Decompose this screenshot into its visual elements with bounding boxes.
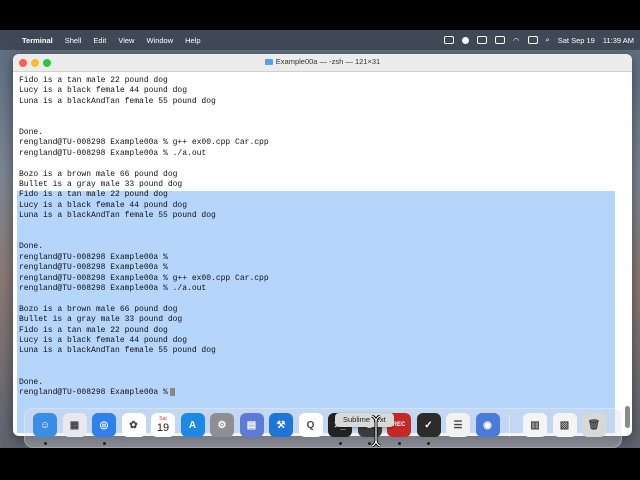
output-line: Bozo is a brown male 66 pound dog	[19, 304, 178, 314]
output-line: Luna is a blackAndTan female 55 pound do…	[19, 211, 216, 221]
launchpad-icon[interactable]: ▦	[62, 413, 87, 437]
dock-tooltip: Sublime Text	[335, 413, 394, 427]
output-line: Done.	[19, 242, 44, 252]
prompt-line: rengland@TU-008298 Example00a % g++ ex00…	[19, 273, 269, 283]
omnifocus-icon[interactable]: ✓	[416, 413, 441, 437]
output-line: Lucy is a black female 44 pound dog	[19, 200, 188, 210]
system-preferences-icon[interactable]: ⚙	[210, 413, 234, 437]
output-line: Luna is a blackAndTan female 55 pound do…	[19, 346, 216, 356]
menu-app-name[interactable]: Terminal	[22, 36, 53, 45]
notes-list-glyph: ☰	[453, 419, 463, 431]
running-indicator	[427, 442, 430, 445]
prompt-line: rengland@TU-008298 Example00a % g++ ex00…	[19, 138, 269, 148]
status-display-icon[interactable]	[476, 36, 487, 44]
menu-window[interactable]: Window	[146, 36, 173, 45]
xcode-glyph: ⚒	[276, 419, 286, 431]
xcode-icon[interactable]: ⚒	[269, 413, 293, 437]
app-store-glyph: A	[188, 419, 197, 431]
scrollbar[interactable]	[624, 74, 630, 432]
document-thumbnail-glyph: ▥	[530, 419, 540, 431]
robot-app-glyph: ◉	[483, 419, 492, 431]
ibeam-cursor-icon	[371, 414, 381, 448]
output-line: Bullet is a gray male 33 pound dog	[19, 315, 183, 325]
running-indicator	[338, 442, 342, 445]
finder-glyph: ☺	[39, 419, 51, 431]
recorder-glyph: REC	[392, 422, 406, 428]
running-indicator	[397, 442, 401, 445]
menu-edit[interactable]: Edit	[93, 36, 106, 45]
app-store-icon[interactable]: A	[180, 413, 205, 437]
status-record-icon[interactable]	[461, 36, 469, 44]
trash-icon[interactable]: 🗑	[582, 413, 606, 437]
menu-view[interactable]: View	[118, 36, 134, 45]
search-icon[interactable]: ⌕	[546, 35, 550, 45]
menu-bar: Terminal Shell Edit View Window Help ◠ ⌕…	[0, 30, 640, 50]
notes-list-icon[interactable]: ☰	[446, 413, 470, 437]
output-line: Lucy is a black female 44 pound dog	[19, 336, 188, 345]
desktop: Terminal Shell Edit View Window Help ◠ ⌕…	[0, 30, 640, 448]
output-line: Fido is a tan male 22 pound dog	[19, 76, 168, 85]
output-line: Bozo is a brown male 66 pound dog	[19, 169, 178, 179]
preview-glyph: ▤	[246, 419, 257, 431]
screenshot-thumbnail-icon[interactable]: ▧	[552, 413, 577, 437]
document-thumbnail-icon[interactable]: ▥	[523, 413, 547, 437]
control-center-icon[interactable]	[527, 36, 538, 44]
menubar-time[interactable]: 11:39 AM	[603, 36, 634, 45]
status-area: ◠ ⌕ Sat Sep 19 11:39 AM	[443, 30, 634, 50]
output-line: Done.	[19, 377, 44, 387]
terminal-window: Example00a — -zsh — 121×31 Fido is a tan…	[13, 54, 632, 436]
safari-glyph: ◎	[99, 419, 109, 431]
quicktime-icon[interactable]: Q	[298, 413, 323, 437]
quicktime-glyph: Q	[306, 419, 315, 431]
omnifocus-glyph: ✓	[424, 419, 433, 431]
window-title-text: Example00a — -zsh — 121×31	[275, 57, 381, 66]
safari-icon[interactable]: ◎	[92, 413, 116, 437]
dock: ☺▦◎✿Sat19A⚙▤⚒Q>_SREC✓☰◉▥▧🗑	[24, 408, 622, 448]
finder-icon[interactable]: ☺	[33, 413, 57, 437]
prompt-line: rengland@TU-008298 Example00a %	[19, 252, 168, 262]
photos-glyph: ✿	[129, 419, 138, 431]
scrollbar-thumb[interactable]	[625, 406, 630, 428]
terminal-cursor	[169, 388, 175, 396]
output-line: Fido is a tan male 22 pound dog	[19, 325, 168, 335]
output-line: Luna is a blackAndTan female 55 pound do…	[19, 96, 216, 106]
title-bar[interactable]: Example00a — -zsh — 121×31	[13, 54, 632, 72]
battery-icon[interactable]	[494, 36, 505, 44]
prompt-line: rengland@TU-008298 Example00a % ./a.out	[19, 284, 207, 293]
menu-shell[interactable]: Shell	[65, 36, 82, 45]
wifi-icon[interactable]: ◠	[513, 36, 520, 45]
prompt-line: rengland@TU-008298 Example00a %	[19, 263, 168, 273]
calendar-icon[interactable]: Sat 19	[151, 413, 175, 437]
dock-separator	[509, 415, 510, 437]
window-title: Example00a — -zsh — 121×31	[13, 57, 632, 66]
menu-help[interactable]: Help	[185, 36, 200, 45]
robot-app-icon[interactable]: ◉	[475, 413, 500, 437]
output-line: Fido is a tan male 22 pound dog	[19, 190, 168, 200]
terminal-content[interactable]: Fido is a tan male 22 pound dog Lucy is a…	[13, 72, 632, 436]
calendar-day: 19	[156, 422, 170, 434]
prompt-line: rengland@TU-008298 Example00a % ./a.out	[19, 148, 207, 158]
status-menu-icon[interactable]	[443, 36, 454, 44]
prompt-line: rengland@TU-008298 Example00a %	[19, 388, 175, 398]
folder-icon	[264, 59, 273, 66]
photos-icon[interactable]: ✿	[121, 413, 146, 437]
screenshot-thumbnail-glyph: ▧	[559, 419, 570, 431]
output-line: Done.	[19, 128, 44, 137]
trash-glyph: 🗑	[587, 419, 601, 431]
menubar-date[interactable]: Sat Sep 19	[558, 36, 595, 45]
system-preferences-glyph: ⚙	[217, 419, 227, 431]
output-line: Bullet is a gray male 33 pound dog	[19, 180, 183, 189]
preview-icon[interactable]: ▤	[239, 413, 264, 437]
launchpad-glyph: ▦	[69, 419, 80, 431]
running-indicator	[43, 442, 47, 445]
output-line: Lucy is a black female 44 pound dog	[19, 86, 188, 96]
running-indicator	[102, 442, 106, 445]
